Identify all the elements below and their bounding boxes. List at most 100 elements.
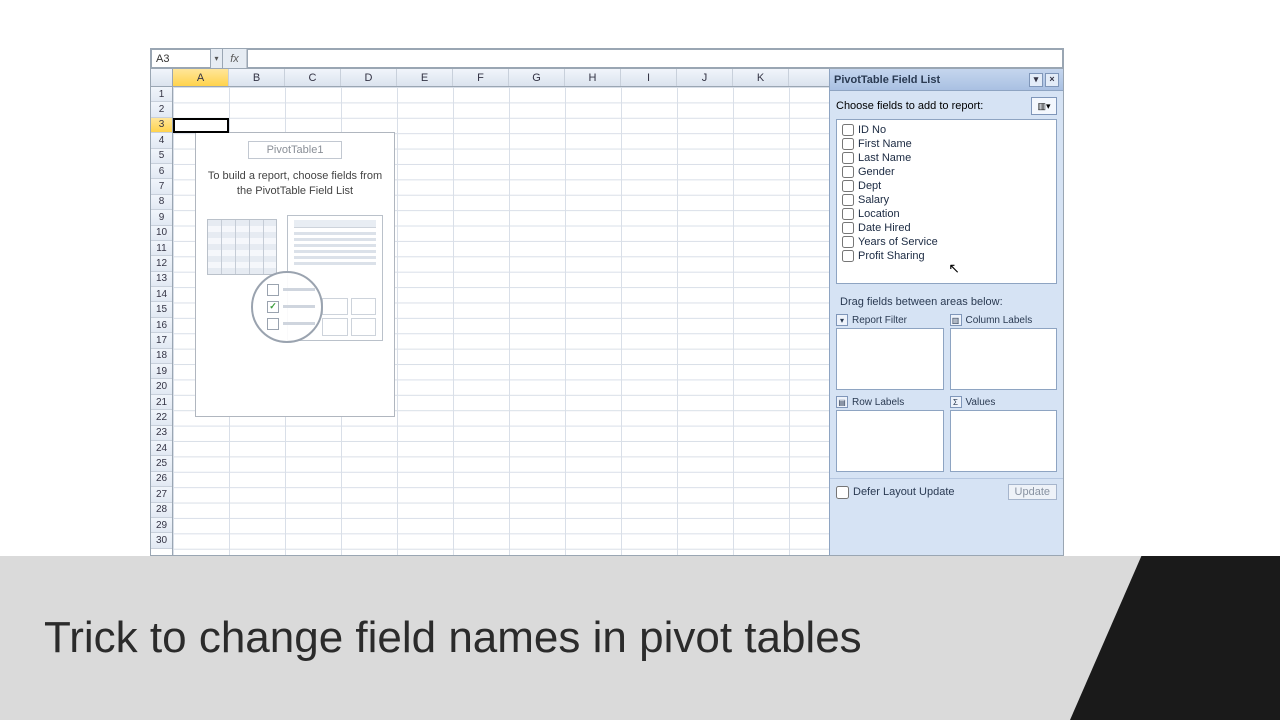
field-label: Profit Sharing [858,250,925,262]
row-header[interactable]: 2 [151,102,172,117]
row-header[interactable]: 9 [151,210,172,225]
row-header[interactable]: 15 [151,302,172,317]
column-header[interactable]: I [621,69,677,86]
area-row-labels-drop[interactable] [836,410,944,472]
row-header[interactable]: 14 [151,287,172,302]
field-listbox[interactable]: ID NoFirst NameLast Name Gender DeptSalary… [836,119,1057,284]
area-column-labels[interactable]: ▥ Column Labels [950,312,1058,390]
field-checkbox[interactable] [842,208,854,220]
field-checkbox[interactable] [842,166,854,178]
column-header[interactable]: K [733,69,789,86]
field-checkbox[interactable] [842,222,854,234]
column-header[interactable]: J [677,69,733,86]
field-item[interactable]: Dept [840,179,1053,193]
field-checkbox[interactable] [842,138,854,150]
row-header[interactable]: 7 [151,179,172,194]
column-header[interactable]: C [285,69,341,86]
sigma-icon: Σ [950,396,962,408]
pane-close-button[interactable]: × [1045,73,1059,87]
pane-menu-button[interactable]: ▾ [1029,73,1043,87]
work-area: ABCDEFGHIJK 1234567891011121314151617181… [151,69,1063,555]
field-label: Gender [858,166,895,178]
row-header[interactable]: 17 [151,333,172,348]
column-header[interactable]: G [509,69,565,86]
column-header[interactable]: A [173,69,229,86]
field-item[interactable]: Date Hired [840,221,1053,235]
columns-icon: ▥ [950,314,962,326]
field-checkbox[interactable] [842,124,854,136]
area-values-drop[interactable] [950,410,1058,472]
field-item[interactable]: Last Name [840,151,1053,165]
field-item[interactable]: First Name [840,137,1053,151]
area-row-labels[interactable]: ▤Row Labels [836,394,944,472]
pane-titlebar[interactable]: PivotTable Field List ▾ × [830,69,1063,91]
select-all-corner[interactable] [151,69,173,86]
rows-icon: ▤ [836,396,848,408]
field-item[interactable]: ID No [840,123,1053,137]
name-box[interactable]: A3 [151,49,211,68]
row-header[interactable]: 11 [151,241,172,256]
field-checkbox[interactable] [842,250,854,262]
illustration-source-table [207,219,277,275]
row-header[interactable]: 16 [151,318,172,333]
row-header[interactable]: 24 [151,441,172,456]
row-header[interactable]: 5 [151,149,172,164]
row-header[interactable]: 21 [151,395,172,410]
formula-input[interactable] [247,49,1063,68]
row-header[interactable]: 27 [151,487,172,502]
field-checkbox[interactable] [842,152,854,164]
filter-icon: ▾ [836,314,848,326]
name-box-dropdown[interactable]: ▾ [211,49,223,68]
field-item[interactable]: Location [840,207,1053,221]
row-header[interactable]: 25 [151,456,172,471]
row-header[interactable]: 28 [151,503,172,518]
row-header[interactable]: 30 [151,533,172,548]
column-header[interactable]: E [397,69,453,86]
defer-layout-checkbox[interactable] [836,486,849,499]
column-header[interactable]: D [341,69,397,86]
field-item[interactable]: Years of Service [840,235,1053,249]
check-icon: ✓ [269,301,277,312]
field-item[interactable]: Salary [840,193,1053,207]
field-item[interactable]: Gender [840,165,1053,179]
field-label: Last Name [858,152,911,164]
row-header[interactable]: 1 [151,87,172,102]
field-item[interactable]: Profit Sharing [840,249,1053,263]
row-header[interactable]: 18 [151,349,172,364]
column-header[interactable]: H [565,69,621,86]
area-report-filter[interactable]: ▾Report Filter [836,312,944,390]
fx-label[interactable]: fx [223,49,247,68]
row-header[interactable]: 26 [151,472,172,487]
row-header[interactable]: 20 [151,379,172,394]
row-header[interactable]: 6 [151,164,172,179]
field-checkbox[interactable] [842,236,854,248]
drag-areas-label: Drag fields between areas below: [832,296,1061,308]
row-header[interactable]: 22 [151,410,172,425]
row-header[interactable]: 19 [151,364,172,379]
area-column-labels-drop[interactable] [950,328,1058,390]
row-header[interactable]: 13 [151,272,172,287]
area-values[interactable]: ΣValues [950,394,1058,472]
column-header[interactable]: B [229,69,285,86]
cell-area[interactable]: PivotTable1 To build a report, choose fi… [173,87,829,555]
field-checkbox[interactable] [842,180,854,192]
pivottable-placeholder[interactable]: PivotTable1 To build a report, choose fi… [195,132,395,417]
field-checkbox[interactable] [842,194,854,206]
row-header[interactable]: 23 [151,426,172,441]
slide-title-bar: Trick to change field names in pivot tab… [0,556,1280,720]
row-header[interactable]: 4 [151,133,172,148]
layout-options-button[interactable]: ▥▾ [1031,97,1057,115]
spreadsheet-grid[interactable]: ABCDEFGHIJK 1234567891011121314151617181… [151,69,829,555]
field-label: Dept [858,180,881,192]
row-header[interactable]: 8 [151,195,172,210]
active-cell[interactable] [173,118,229,133]
area-column-labels-label: Column Labels [966,315,1033,326]
update-button[interactable]: Update [1008,484,1057,500]
row-header[interactable]: 29 [151,518,172,533]
area-report-filter-drop[interactable] [836,328,944,390]
row-header[interactable]: 3 [151,118,172,133]
excel-window: A3 ▾ fx ABCDEFGHIJK 12345678910111213141… [150,48,1064,556]
row-header[interactable]: 10 [151,226,172,241]
column-header[interactable]: F [453,69,509,86]
row-header[interactable]: 12 [151,256,172,271]
